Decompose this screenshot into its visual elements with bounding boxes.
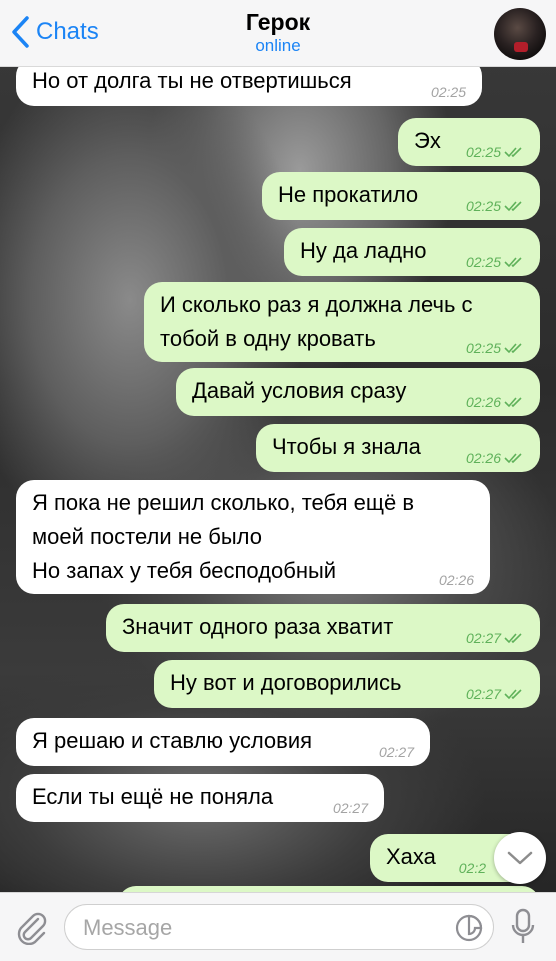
message-bubble[interactable]: Я решаю и ставлю условия 02:27	[16, 718, 430, 766]
chat-title: Герок	[245, 9, 311, 35]
avatar[interactable]	[494, 8, 546, 60]
message-time: 02:27	[332, 800, 368, 816]
message-time-label: 02:26	[465, 394, 501, 410]
scroll-to-bottom-button[interactable]	[494, 832, 546, 884]
message-field[interactable]	[64, 904, 494, 950]
chat-status: online	[255, 36, 301, 55]
message-text: Значит одного раза хватит	[122, 614, 394, 639]
double-check-icon	[504, 633, 522, 644]
message-time-label: 02:27	[465, 630, 501, 646]
double-check-icon	[504, 147, 522, 158]
message-text: Но запах у тебя бесподобный	[32, 558, 337, 583]
chat-title-block[interactable]: Герок online	[0, 8, 556, 56]
message-time: 02:26	[438, 572, 474, 588]
message-bubble[interactable]: Если ты ещё не поняла 02:27	[16, 774, 384, 822]
message-bubble[interactable]: Не прокатило 02:25	[262, 172, 540, 220]
microphone-icon[interactable]	[510, 907, 536, 947]
message-bubble[interactable]: Ну да ладно 02:25	[284, 228, 540, 276]
message-time-label: 02:25	[465, 144, 501, 160]
message-time: 02:25	[466, 198, 524, 214]
message-input-bar	[0, 892, 556, 961]
message-bubble[interactable]: Эх 02:25	[398, 118, 540, 166]
sticker-icon[interactable]	[455, 914, 483, 942]
message-text: И сколько раз я должна лечь с	[160, 292, 473, 317]
message-time-label: 02:25	[465, 198, 501, 214]
message-time-label: 02:27	[465, 686, 501, 702]
message-bubble[interactable]: Я пока не решил сколько, тебя ещё в моей…	[16, 480, 490, 594]
message-time: 02:27	[378, 744, 414, 760]
double-check-icon	[504, 201, 522, 212]
paperclip-icon[interactable]	[14, 909, 48, 945]
message-text: Если ты ещё не поняла	[32, 784, 274, 809]
message-bubble[interactable]: Давай условия сразу 02:26	[176, 368, 540, 416]
message-bubble[interactable]: Значит одного раза хватит 02:27	[106, 604, 540, 652]
message-time: 02:2	[458, 860, 486, 876]
message-time: 02:26	[466, 394, 524, 410]
message-input[interactable]	[81, 911, 445, 945]
double-check-icon	[504, 343, 522, 354]
message-time-label: 02:25	[465, 254, 501, 270]
message-time: 02:27	[466, 686, 524, 702]
message-bubble[interactable]: Ну вот и договорились 02:27	[154, 660, 540, 708]
message-bubble[interactable]: И сколько раз я должна лечь с тобой в од…	[144, 282, 540, 362]
message-text: моей постели не было	[32, 524, 262, 549]
message-text: Я решаю и ставлю условия	[32, 728, 313, 753]
double-check-icon	[504, 689, 522, 700]
message-time-label: 02:25	[465, 340, 501, 356]
chevron-down-icon	[507, 851, 533, 865]
message-bubble[interactable]: Чтобы я знала 02:26	[256, 424, 540, 472]
double-check-icon	[504, 257, 522, 268]
message-text: Я пока не решил сколько, тебя ещё в	[32, 490, 415, 515]
chat-header: Chats Герок online	[0, 0, 556, 67]
double-check-icon	[504, 397, 522, 408]
message-time: 02:25	[430, 84, 466, 100]
message-time: 02:25	[466, 254, 524, 270]
message-time: 02:26	[466, 450, 524, 466]
double-check-icon	[504, 453, 522, 464]
message-time: 02:25	[466, 340, 524, 356]
message-time-label: 02:26	[465, 450, 501, 466]
message-time: 02:25	[466, 144, 524, 160]
message-time: 02:27	[466, 630, 524, 646]
